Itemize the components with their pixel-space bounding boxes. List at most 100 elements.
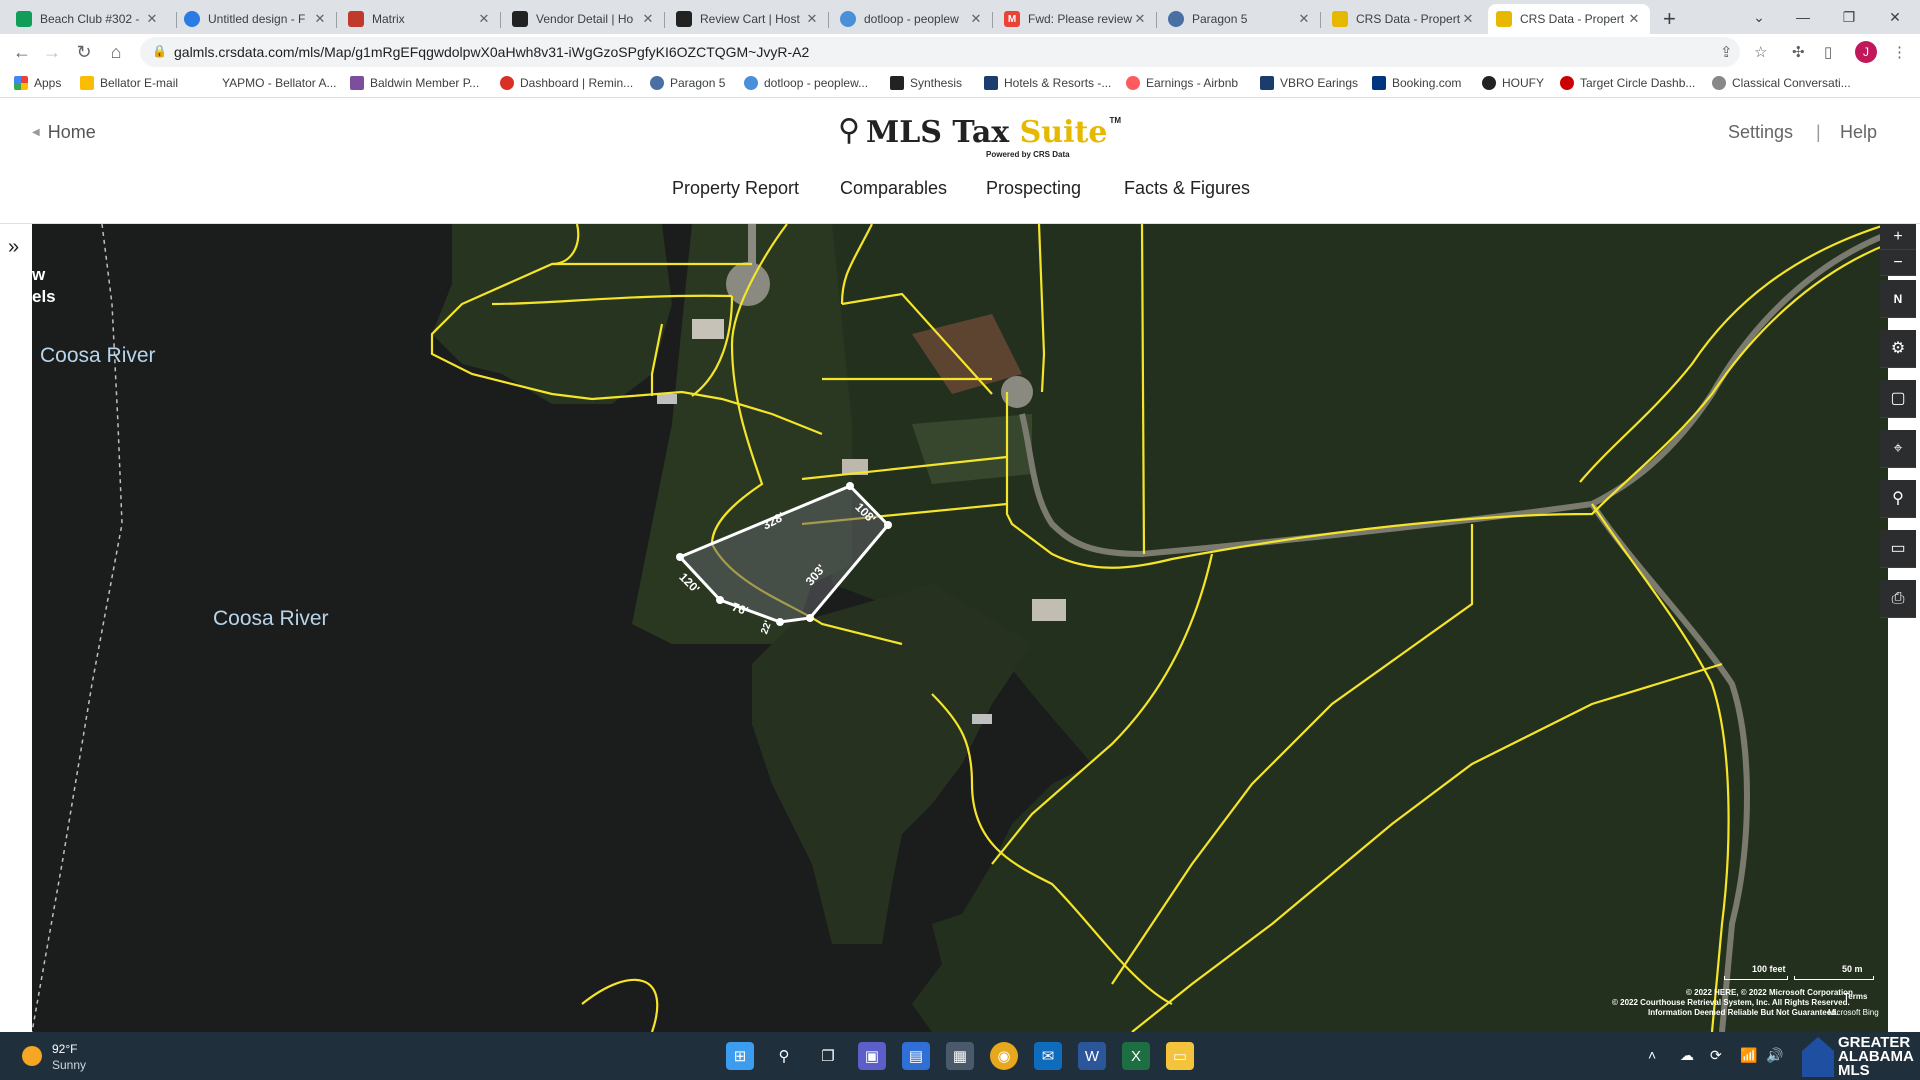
onedrive-icon[interactable]: ☁: [1680, 1047, 1694, 1064]
zoom-in-button[interactable]: +: [1880, 224, 1916, 250]
bookmark-item[interactable]: dotloop - peoplew...: [744, 76, 868, 90]
close-icon[interactable]: ✕: [1296, 11, 1312, 27]
bookmark-star-icon[interactable]: ☆: [1754, 43, 1767, 61]
address-url[interactable]: galmls.crsdata.com/mls/Map/g1mRgEFqgwdol…: [174, 44, 809, 60]
browser-tab[interactable]: Beach Club #302 - ✕: [8, 4, 168, 34]
teams-icon[interactable]: ▣: [858, 1042, 886, 1070]
bookmark-item[interactable]: Dashboard | Remin...: [500, 76, 633, 90]
close-icon[interactable]: ✕: [1626, 11, 1642, 27]
print-icon[interactable]: ⎙: [1880, 580, 1916, 618]
bookmark-item[interactable]: Hotels & Resorts -...: [984, 76, 1111, 90]
nav-property-report[interactable]: Property Report: [672, 178, 799, 199]
close-icon[interactable]: ✕: [1460, 11, 1476, 27]
aerial-map[interactable]: 328' 108' 303' 120' 76' 22' w els Coosa …: [32, 224, 1888, 1032]
restore-button[interactable]: ❐: [1826, 4, 1872, 30]
browser-tab[interactable]: Paragon 5 ✕: [1160, 4, 1320, 34]
close-icon[interactable]: ✕: [1132, 11, 1148, 27]
windows-taskbar: 92°F Sunny ⊞ ⚲ ❐ ▣ ▤ ▦ ◉ ✉ W X ▭ ˄ ☁ ⟳ 📶…: [0, 1032, 1920, 1080]
search-icon[interactable]: ⚲: [1880, 480, 1916, 518]
weather-condition[interactable]: Sunny: [52, 1058, 86, 1072]
volume-icon[interactable]: 🔊: [1766, 1047, 1783, 1064]
bookmark-icon: [500, 76, 514, 90]
search-icon[interactable]: ⚲: [770, 1042, 798, 1070]
close-icon[interactable]: ✕: [804, 11, 820, 27]
back-arrow-icon[interactable]: ←: [10, 40, 34, 64]
terms-link[interactable]: Terms: [1844, 992, 1867, 1001]
bookmark-item[interactable]: HOUFY: [1482, 76, 1544, 90]
nav-comparables[interactable]: Comparables: [840, 178, 947, 199]
browser-tab[interactable]: dotloop - peoplew ✕: [832, 4, 992, 34]
bookmark-icon: [80, 76, 94, 90]
bookmark-item[interactable]: Bellator E-mail: [80, 76, 178, 90]
bookmark-item[interactable]: Booking.com: [1372, 76, 1461, 90]
chrome-icon[interactable]: ◉: [990, 1042, 1018, 1070]
calculator-icon[interactable]: ▦: [946, 1042, 974, 1070]
close-icon[interactable]: ✕: [640, 11, 656, 27]
canva-icon: [184, 11, 200, 27]
home-link[interactable]: ◀ Home: [32, 122, 96, 143]
bookmark-item[interactable]: Synthesis: [890, 76, 962, 90]
bookmark-item[interactable]: Target Circle Dashb...: [1560, 76, 1695, 90]
crs-icon: [1496, 11, 1512, 27]
mls-tax-suite-logo[interactable]: ⚲ MLS Tax Suite TM Powered by CRS Data: [838, 116, 1121, 160]
chevron-up-icon[interactable]: ˄: [1648, 1047, 1656, 1063]
locate-icon[interactable]: ⌖: [1880, 430, 1916, 468]
mail-icon[interactable]: ✉: [1034, 1042, 1062, 1070]
store-icon[interactable]: ▤: [902, 1042, 930, 1070]
forward-arrow-icon[interactable]: →: [40, 40, 64, 64]
help-link[interactable]: Help: [1840, 122, 1877, 143]
tab-search-icon[interactable]: ⌄: [1736, 4, 1782, 30]
address-bar[interactable]: 🔒 galmls.crsdata.com/mls/Map/g1mRgEFqgwd…: [140, 37, 1740, 67]
close-icon[interactable]: ✕: [476, 11, 492, 27]
house: [692, 319, 724, 339]
close-icon[interactable]: ✕: [968, 11, 984, 27]
browser-tab[interactable]: Review Cart | Host ✕: [668, 4, 828, 34]
browser-tab[interactable]: CRS Data - Propert ✕: [1324, 4, 1484, 34]
extensions-icon[interactable]: ✣: [1792, 43, 1805, 61]
wifi-icon[interactable]: 📶: [1740, 1047, 1757, 1064]
profile-avatar[interactable]: J: [1855, 41, 1877, 63]
zoom-out-button[interactable]: −: [1880, 250, 1916, 276]
sidebar-toggle[interactable]: »: [0, 224, 32, 1032]
bookmark-item[interactable]: Apps: [14, 76, 61, 90]
new-tab-button[interactable]: +: [1663, 6, 1676, 32]
share-icon[interactable]: ⇪: [1720, 43, 1733, 61]
draw-shape-icon[interactable]: ▢: [1880, 380, 1916, 418]
close-icon[interactable]: ✕: [312, 11, 328, 27]
side-panel-icon[interactable]: ▯: [1824, 43, 1832, 61]
excel-icon[interactable]: X: [1122, 1042, 1150, 1070]
close-icon[interactable]: ✕: [144, 11, 160, 27]
close-window-button[interactable]: ✕: [1872, 4, 1918, 30]
settings-link[interactable]: Settings: [1728, 122, 1793, 143]
browser-tab[interactable]: Untitled design - F ✕: [176, 4, 336, 34]
compass-icon[interactable]: N: [1880, 280, 1916, 318]
nav-facts-figures[interactable]: Facts & Figures: [1124, 178, 1250, 199]
bookmark-item[interactable]: Classical Conversati...: [1712, 76, 1851, 90]
browser-tabstrip: Beach Club #302 - ✕ Untitled design - F …: [0, 0, 1920, 34]
browser-tab[interactable]: M Fwd: Please review ✕: [996, 4, 1156, 34]
ruler-icon[interactable]: ▭: [1880, 530, 1916, 568]
task-view-icon[interactable]: ❐: [814, 1042, 842, 1070]
reload-icon[interactable]: ↻: [72, 40, 96, 64]
tab-title: Matrix: [372, 12, 405, 26]
browser-tab[interactable]: Vendor Detail | Ho ✕: [504, 4, 664, 34]
gear-icon[interactable]: ⚙: [1880, 330, 1916, 368]
windows-start-icon[interactable]: ⊞: [726, 1042, 754, 1070]
word-icon[interactable]: W: [1078, 1042, 1106, 1070]
sync-icon[interactable]: ⟳: [1710, 1047, 1722, 1064]
weather-temperature[interactable]: 92°F: [52, 1042, 77, 1056]
browser-tab[interactable]: Matrix ✕: [340, 4, 500, 34]
bookmark-item[interactable]: Baldwin Member P...: [350, 76, 479, 90]
bookmark-item[interactable]: Paragon 5: [650, 76, 725, 90]
file-explorer-icon[interactable]: ▭: [1166, 1042, 1194, 1070]
bookmark-item[interactable]: YAPMO - Bellator A...: [222, 76, 336, 90]
map-attribution: © 2022 Courthouse Retrieval System, Inc.…: [1612, 998, 1850, 1007]
browser-tab-active[interactable]: CRS Data - Propert ✕: [1488, 4, 1650, 34]
bookmark-item[interactable]: Earnings - Airbnb: [1126, 76, 1238, 90]
sun-icon[interactable]: [22, 1046, 42, 1066]
nav-prospecting[interactable]: Prospecting: [986, 178, 1081, 199]
home-icon[interactable]: ⌂: [104, 40, 128, 64]
minimize-button[interactable]: —: [1780, 4, 1826, 30]
bookmark-item[interactable]: VBRO Earings: [1260, 76, 1358, 90]
menu-kebab-icon[interactable]: ⋮: [1892, 43, 1907, 61]
